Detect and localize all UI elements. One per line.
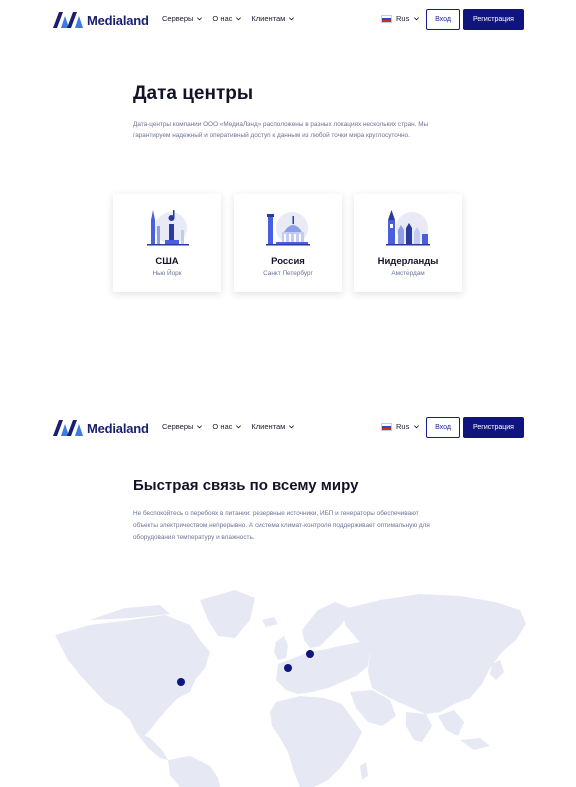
logo[interactable]: Medialand [53,11,149,29]
nav-item-label: Клиентам [251,14,286,23]
login-button[interactable]: Вход [426,417,460,438]
main-nav: Серверы О нас Клиентам [162,14,295,23]
header-top: Medialand Серверы О нас Клиентам Rus Вхо… [0,0,576,40]
chevron-down-icon [197,17,203,21]
language-selector[interactable]: Rus [381,14,420,23]
nav-item-label: Серверы [162,14,194,23]
russia-flag-icon [381,14,392,23]
nav-item-label: Клиентам [251,422,286,431]
register-button[interactable]: Регистрация [463,417,524,438]
datacenter-card-usa[interactable]: США Нью Йорк [113,194,221,292]
card-country: Нидерланды [377,256,439,267]
card-country: Россия [271,256,305,267]
nav-item-label: Серверы [162,422,194,431]
nav-item-servers[interactable]: Серверы [162,14,203,23]
logo[interactable]: Medialand [53,419,149,437]
chevron-down-icon [414,425,420,429]
logo-text: Medialand [87,420,149,436]
chevron-down-icon [236,425,242,429]
usa-landmark-illustration [147,210,189,246]
chevron-down-icon [414,17,420,21]
main-nav: Серверы О нас Клиентам [162,422,295,431]
map-marker-new-york [177,678,185,686]
card-city: Санкт Петербург [263,270,313,277]
nav-item-clients[interactable]: Клиентам [251,14,295,23]
russia-landmark-illustration [266,212,310,246]
logo-text: Medialand [87,12,149,28]
language-selector[interactable]: Rus [381,422,420,431]
card-country: США [155,256,179,267]
connectivity-title: Быстрая связь по всему миру [133,477,359,494]
nav-item-label: О нас [212,14,233,23]
map-marker-amsterdam [284,664,292,672]
language-label: Rus [396,422,410,431]
medialand-logo-icon [53,12,83,28]
datacenters-title: Дата центры [133,83,254,104]
medialand-logo-icon [53,420,83,436]
world-map [55,590,526,787]
nav-item-clients[interactable]: Клиентам [251,422,295,431]
netherlands-landmark-illustration [386,210,430,246]
map-marker-st-petersburg [306,650,314,658]
header-second: Medialand Серверы О нас Клиентам Rus Вхо… [0,408,576,448]
russia-flag-icon [381,422,392,431]
card-city: Нью Йорк [152,270,182,277]
datacenters-description: Дата-центры компании ООО «МедиаЛэнд» рас… [133,121,429,139]
card-city: Амстердам [391,270,425,277]
nav-item-servers[interactable]: Серверы [162,422,203,431]
chevron-down-icon [289,17,295,21]
chevron-down-icon [289,425,295,429]
language-label: Rus [396,14,410,23]
nav-item-about[interactable]: О нас [212,14,242,23]
nav-item-label: О нас [212,422,233,431]
login-button[interactable]: Вход [426,9,460,30]
datacenter-card-russia[interactable]: Россия Санкт Петербург [234,194,342,292]
register-button[interactable]: Регистрация [463,9,524,30]
chevron-down-icon [197,425,203,429]
datacenter-card-netherlands[interactable]: Нидерланды Амстердам [354,194,462,292]
connectivity-description: Не беспокойтесь о перебоях в питании: ре… [133,510,430,541]
nav-item-about[interactable]: О нас [212,422,242,431]
chevron-down-icon [236,17,242,21]
